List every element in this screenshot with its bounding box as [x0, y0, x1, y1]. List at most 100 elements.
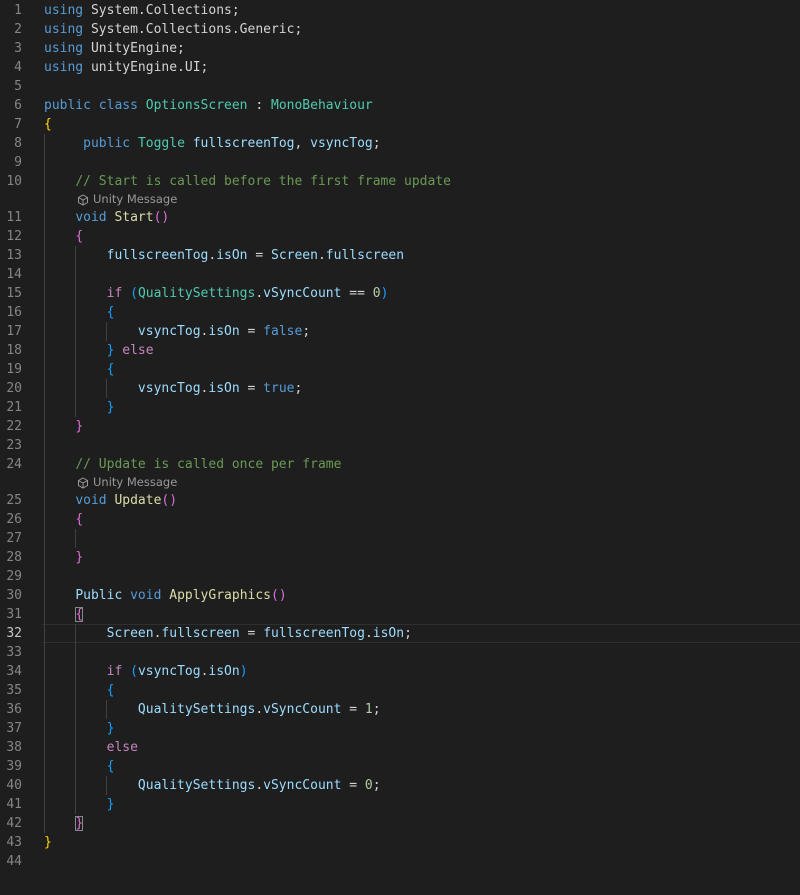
code-token: UnityEngine; [83, 41, 185, 56]
code-line[interactable]: 26 { [0, 510, 800, 529]
code-line[interactable]: 44 [0, 852, 800, 871]
code-line[interactable]: 11 void Start() [0, 208, 800, 227]
code-line[interactable]: 10 // Start is called before the first f… [0, 172, 800, 191]
code-text[interactable]: { [44, 757, 115, 776]
code-token: } [75, 419, 84, 434]
code-token: using [44, 41, 84, 56]
code-token: vSyncCount [263, 286, 342, 301]
code-line[interactable]: 5 [0, 77, 800, 96]
code-line[interactable]: 32 Screen.fullscreen = fullscreenTog.isO… [0, 624, 800, 643]
code-text[interactable]: } [44, 548, 83, 567]
code-text[interactable]: using System.Collections; [44, 1, 240, 20]
code-line[interactable]: 8 public Toggle fullscreenTog, vsyncTog; [0, 134, 800, 153]
indent-guide [44, 134, 45, 833]
codelens-label[interactable]: Unity Message [77, 191, 177, 208]
code-text[interactable]: public class OptionsScreen : MonoBehavio… [44, 96, 373, 115]
code-text[interactable]: } [44, 719, 115, 738]
code-line[interactable]: 7{ [0, 115, 800, 134]
code-line[interactable]: 2 using System.Collections.Generic; [0, 20, 800, 39]
code-text[interactable]: { [44, 115, 52, 134]
code-line[interactable]: 19 { [0, 360, 800, 379]
code-line[interactable]: 1 using System.Collections; [0, 1, 800, 20]
code-line[interactable]: 37 } [0, 719, 800, 738]
code-token: ; [372, 778, 381, 793]
codelens-text[interactable]: Unity Message [93, 474, 177, 491]
code-line[interactable]: 18 } else [0, 341, 800, 360]
codelens-unity-message[interactable]: Unity Message [0, 191, 800, 208]
code-text[interactable]: { [44, 605, 84, 624]
code-line[interactable]: 15 if (QualitySettings.vSyncCount == 0) [0, 284, 800, 303]
code-editor[interactable]: 1 using System.Collections; 2 using System.… [0, 0, 800, 895]
code-line[interactable]: 28 } [0, 548, 800, 567]
code-line[interactable]: 33 [0, 643, 800, 662]
code-text[interactable]: } [44, 398, 115, 417]
code-line[interactable]: 30 Public void ApplyGraphics() [0, 586, 800, 605]
code-text[interactable]: { [44, 227, 83, 246]
code-line[interactable]: 43} [0, 833, 800, 852]
code-text[interactable]: } [44, 417, 83, 436]
code-text[interactable]: { [44, 510, 83, 529]
code-text[interactable]: Screen.fullscreen = fullscreenTog.isOn; [44, 624, 412, 643]
code-line[interactable]: 34 if (vsyncTog.isOn) [0, 662, 800, 681]
code-token: { [44, 117, 52, 132]
code-line[interactable]: 4 using unityEngine.UI; [0, 58, 800, 77]
code-text[interactable]: } else [44, 341, 154, 360]
code-line[interactable]: 21 } [0, 398, 800, 417]
code-text[interactable]: } [44, 795, 115, 814]
code-text[interactable]: { [44, 303, 115, 322]
code-line[interactable]: 36 QualitySettings.vSyncCount = 1; [0, 700, 800, 719]
code-line[interactable]: 22 } [0, 417, 800, 436]
code-line[interactable]: 41 } [0, 795, 800, 814]
code-text[interactable]: using UnityEngine; [44, 39, 185, 58]
code-line[interactable]: 6 public class OptionsScreen : MonoBehavi… [0, 96, 800, 115]
code-text[interactable]: } [44, 814, 84, 833]
code-text[interactable]: using unityEngine.UI; [44, 58, 208, 77]
code-line[interactable]: 16 { [0, 303, 800, 322]
code-text[interactable]: // Start is called before the first fram… [44, 172, 451, 191]
code-token: // Start is called before the first fram… [75, 174, 451, 189]
code-text[interactable]: using System.Collections.Generic; [44, 20, 302, 39]
code-text[interactable]: QualitySettings.vSyncCount = 0; [44, 776, 381, 795]
code-text[interactable]: void Start() [44, 208, 169, 227]
code-line[interactable]: 42 } [0, 814, 800, 833]
code-text[interactable]: if (QualitySettings.vSyncCount == 0) [44, 284, 389, 303]
code-line[interactable]: 29 [0, 567, 800, 586]
line-number: 3 [14, 41, 22, 56]
code-token: ApplyGraphics [169, 588, 271, 603]
code-text[interactable]: Public void ApplyGraphics() [44, 586, 286, 605]
code-token: isOn [372, 626, 405, 641]
code-text[interactable]: // Update is called once per frame [44, 455, 341, 474]
code-line[interactable]: 40 QualitySettings.vSyncCount = 0; [0, 776, 800, 795]
code-text[interactable]: QualitySettings.vSyncCount = 1; [44, 700, 381, 719]
code-line[interactable]: 17 vsyncTog.isOn = false; [0, 322, 800, 341]
code-line[interactable]: 31 { [0, 605, 800, 624]
code-text[interactable]: void Update() [44, 491, 177, 510]
code-text[interactable]: else [44, 738, 138, 757]
code-text[interactable]: fullscreenTog.isOn = Screen.fullscreen [44, 246, 404, 265]
code-text[interactable]: } [44, 833, 52, 852]
code-line[interactable]: 27 [0, 529, 800, 548]
code-text[interactable]: { [44, 681, 115, 700]
code-line[interactable]: 14 [0, 265, 800, 284]
code-token: 0 [372, 286, 381, 301]
code-text[interactable]: vsyncTog.isOn = false; [44, 322, 310, 341]
code-line[interactable]: 12 { [0, 227, 800, 246]
code-line[interactable]: 9 [0, 153, 800, 172]
line-number: 9 [14, 155, 22, 170]
code-line[interactable]: 25 void Update() [0, 491, 800, 510]
code-line[interactable]: 13 fullscreenTog.isOn = Screen.fullscree… [0, 246, 800, 265]
code-line[interactable]: 38 else [0, 738, 800, 757]
code-line[interactable]: 39 { [0, 757, 800, 776]
code-line[interactable]: 20 vsyncTog.isOn = true; [0, 379, 800, 398]
code-line[interactable]: 3 using UnityEngine; [0, 39, 800, 58]
codelens-text[interactable]: Unity Message [93, 191, 177, 208]
code-line[interactable]: 35 { [0, 681, 800, 700]
code-text[interactable]: { [44, 360, 115, 379]
code-line[interactable]: 23 [0, 436, 800, 455]
code-text[interactable]: public Toggle fullscreenTog, vsyncTog; [44, 134, 380, 153]
code-text[interactable]: vsyncTog.isOn = true; [44, 379, 302, 398]
code-line[interactable]: 24 // Update is called once per frame [0, 455, 800, 474]
codelens-unity-message[interactable]: Unity Message [0, 474, 800, 491]
codelens-label[interactable]: Unity Message [77, 474, 177, 491]
